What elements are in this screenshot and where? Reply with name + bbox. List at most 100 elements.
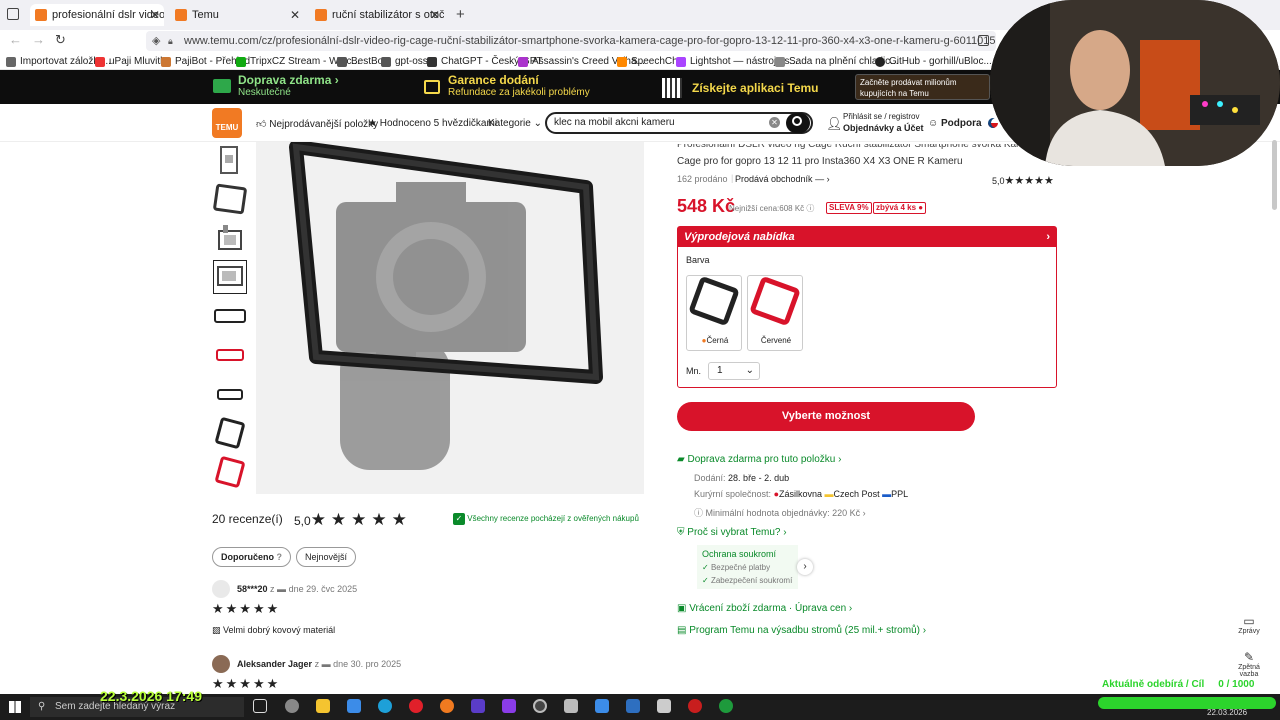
product-rating[interactable]: 5,0★★★★★ — [992, 174, 1054, 187]
app-icon[interactable] — [564, 699, 578, 713]
bookmark-item[interactable]: GitHub - gorhill/uBloc... — [875, 55, 992, 69]
sell-on-temu-button[interactable]: Začněte prodávat milionům kupujících na … — [855, 74, 990, 100]
messages-widget[interactable]: ▭ Zprávy — [1234, 614, 1264, 635]
nav-bestsellers[interactable]: 👍︎ Nejprodávanější položky — [256, 118, 378, 130]
file-explorer-icon[interactable] — [316, 699, 330, 713]
color-option-red[interactable]: Červené — [747, 275, 803, 351]
back-icon[interactable]: ← — [9, 32, 22, 47]
quantity-select[interactable]: 1 ⌄ — [708, 362, 760, 380]
trees-link[interactable]: ▤ Program Temu na výsadbu stromů (25 mil… — [677, 625, 926, 636]
close-tab-icon[interactable]: ✕ — [150, 4, 160, 26]
windows-start-icon[interactable] — [9, 701, 21, 713]
gallery-thumb[interactable] — [213, 182, 247, 216]
task-view-icon[interactable] — [253, 699, 267, 713]
gallery-thumb[interactable] — [213, 416, 247, 450]
avatar — [212, 655, 230, 673]
temu-logo[interactable]: TEMU — [212, 108, 242, 138]
main-product-image[interactable] — [256, 140, 644, 494]
temu-favicon-icon — [315, 9, 327, 21]
bookmark-item[interactable]: gpt-oss — [381, 55, 428, 69]
browser-tab-temu[interactable]: Temu ✕ — [170, 4, 304, 26]
address-bar[interactable]: ◈ 🔒︎ www.temu.com/cz/profesionální-dslr-… — [146, 31, 996, 51]
temu-favicon-icon — [35, 9, 47, 21]
close-tab-icon[interactable]: ✕ — [290, 4, 300, 26]
webcam-overlay — [990, 0, 1280, 166]
app-icon[interactable] — [502, 699, 516, 713]
app-icon[interactable] — [657, 699, 671, 713]
returns-link[interactable]: ▣ Vrácení zboží zdarma · Úprava cen › — [677, 603, 852, 614]
sale-offer-header[interactable]: Výprodejová nabídka › — [678, 227, 1056, 247]
free-shipping-link[interactable]: ▰ Doprava zdarma pro tuto položku › — [677, 454, 841, 465]
filter-newest[interactable]: Nejnovější — [296, 547, 357, 567]
edge-icon[interactable] — [378, 699, 392, 713]
opera-icon[interactable] — [409, 699, 423, 713]
reload-icon[interactable]: ↻ — [55, 32, 66, 48]
new-tab-icon[interactable]: + — [456, 6, 465, 23]
nav-categories[interactable]: Kategorie ⌄ — [488, 118, 542, 129]
chat-icon: ▭ — [1243, 614, 1255, 628]
reader-view-icon[interactable] — [978, 35, 989, 46]
bookmark-item[interactable]: BestBot — [337, 55, 386, 69]
gallery-thumb[interactable] — [213, 143, 247, 177]
info-icon[interactable]: ⓘ — [806, 204, 814, 213]
forward-icon[interactable]: → — [32, 32, 45, 47]
color-option-black[interactable]: ●Černá — [686, 275, 742, 351]
privacy-card[interactable]: Ochrana soukromí ✓ Bezpečné platby ✓ Zab… — [697, 545, 798, 589]
nav-five-stars[interactable]: ★ Hodnoceno 5 hvězdičkami — [368, 118, 497, 129]
gallery-thumb-selected[interactable] — [213, 260, 247, 294]
select-option-button[interactable]: Vyberte možnost — [677, 402, 975, 431]
app-icon[interactable] — [595, 699, 609, 713]
clear-search-icon[interactable]: ✕ — [769, 117, 780, 128]
close-tab-icon[interactable]: ✕ — [430, 4, 440, 26]
chevron-right-icon: › — [1046, 231, 1050, 243]
nav-label: Podpora — [941, 118, 982, 129]
search-value: klec na mobil akcni kameru — [554, 117, 675, 128]
feedback-widget[interactable]: ✎ Zpětná vazba — [1234, 650, 1264, 678]
seller-link[interactable]: Prodává obchodník — › — [735, 174, 830, 184]
store-icon[interactable] — [347, 699, 361, 713]
sale-offer-box: Výprodejová nabídka › Barva ●Černá Červen… — [677, 226, 1057, 388]
bookmark-item[interactable]: uPaji Mluvitko — [95, 55, 171, 69]
review-country-flag-icon: z ▬ — [270, 584, 287, 594]
app-icon[interactable] — [719, 699, 733, 713]
browser-app-icon[interactable] — [285, 699, 299, 713]
promo-guarantee[interactable]: Garance dodání Refundace za jakékoli prob… — [448, 73, 590, 98]
app-icon[interactable] — [688, 699, 702, 713]
gallery-thumb[interactable] — [213, 221, 247, 255]
product-title-line2: Cage pro for gopro 13 12 11 pro Insta360… — [677, 156, 963, 167]
app-icon[interactable] — [471, 699, 485, 713]
browser-tab-product[interactable]: profesionální dslr video rig cage ✕ — [30, 4, 164, 26]
gallery-thumb[interactable] — [213, 299, 247, 333]
scrollbar[interactable] — [1272, 140, 1277, 210]
min-order-row[interactable]: ⓘ Minimální hodnota objednávky: 220 Kč › — [694, 506, 866, 519]
gallery-thumb[interactable] — [213, 338, 247, 372]
shield-check-icon: ⛨ — [677, 527, 685, 538]
review-stars-icon: ★★★★★ — [212, 676, 281, 691]
promo-app[interactable]: Získejte aplikaci Temu — [692, 81, 819, 95]
github-icon — [875, 57, 885, 67]
filter-recommended[interactable]: Doporučeno ? — [212, 547, 292, 567]
user-icon: 👤︎ — [826, 116, 843, 131]
tab-list-icon[interactable] — [7, 8, 19, 20]
app-icon[interactable] — [626, 699, 640, 713]
browser-tab-stabilizer[interactable]: ruční stabilizátor s otočným gim ✕ — [310, 4, 444, 26]
webcam-person-image — [990, 0, 1280, 166]
carousel-next-button[interactable]: › — [797, 559, 813, 575]
product-price: 548 Kč — [677, 196, 736, 216]
gallery-thumb[interactable] — [213, 455, 247, 489]
why-temu-link[interactable]: ⛨ Proč si vybrat Temu? › — [677, 527, 787, 538]
cage-thumb-image — [217, 389, 243, 400]
obs-icon[interactable] — [533, 699, 547, 713]
delivery-row: Dodání: 28. bře - 2. dub — [694, 473, 789, 483]
color-name: Červené — [760, 336, 792, 345]
search-button[interactable] — [786, 113, 810, 133]
promo-shipping[interactable]: Doprava zdarma › Neskutečné — [238, 73, 339, 98]
firefox-icon[interactable] — [440, 699, 454, 713]
temu-favicon-icon — [175, 9, 187, 21]
tab-label: ruční stabilizátor s otočným gim — [332, 9, 444, 21]
cage-thumb-image — [213, 183, 247, 215]
support-link[interactable]: ☺ Podpora — [928, 118, 982, 129]
flag-cz-icon[interactable] — [988, 118, 998, 128]
courier-name: Zásilkovna — [779, 489, 823, 499]
gallery-thumb[interactable] — [213, 377, 247, 411]
